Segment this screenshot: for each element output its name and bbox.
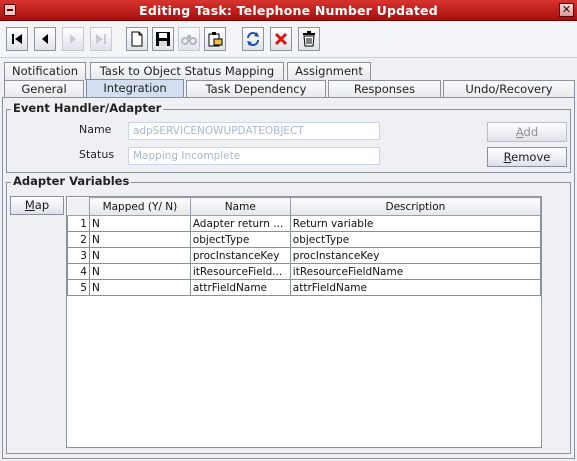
delete-x-icon — [274, 32, 288, 46]
description-cell[interactable]: procInstanceKey — [289, 247, 542, 264]
description-cell[interactable]: objectType — [289, 231, 542, 248]
table-row[interactable]: 4 N itResourceField... itResourceFieldNa… — [67, 263, 542, 280]
last-record-icon — [96, 34, 106, 44]
name-label: Name — [79, 123, 112, 136]
delete-button[interactable] — [270, 27, 292, 51]
adapter-variables-table: Mapped (Y/ N) Name Description 1 N Adapt… — [66, 196, 542, 448]
event-handler-legend: Event Handler/Adapter — [11, 101, 164, 115]
last-record-button[interactable] — [90, 27, 112, 51]
status-label: Status — [79, 148, 115, 161]
row-number: 4 — [67, 263, 90, 280]
row-number: 2 — [67, 231, 90, 248]
save-button[interactable] — [152, 27, 174, 51]
trash-button[interactable] — [298, 27, 320, 51]
refresh-icon — [247, 32, 259, 46]
description-cell[interactable]: Return variable — [289, 215, 542, 232]
row-number: 1 — [67, 215, 90, 232]
table-row[interactable]: 5 N attrFieldName attrFieldName — [67, 279, 542, 296]
description-cell[interactable]: attrFieldName — [289, 279, 542, 296]
previous-record-icon — [42, 34, 48, 44]
tab-task-to-object-status-mapping[interactable]: Task to Object Status Mapping — [90, 62, 284, 80]
tab-general[interactable]: General — [4, 80, 84, 98]
column-header-description[interactable]: Description — [289, 197, 542, 216]
name-cell[interactable]: procInstanceKey — [189, 247, 291, 264]
clipboard-icon — [208, 32, 223, 47]
row-number: 3 — [67, 247, 90, 264]
adapter-variables-legend: Adapter Variables — [11, 174, 132, 188]
tab-undo-recovery[interactable]: Undo/Recovery — [443, 80, 575, 98]
row-number-header — [67, 197, 90, 216]
name-cell[interactable]: attrFieldName — [189, 279, 291, 296]
window-title: Editing Task: Telephone Number Updated — [139, 3, 438, 18]
first-record-icon — [12, 34, 22, 44]
mapped-cell[interactable]: N — [88, 215, 191, 232]
column-header-name[interactable]: Name — [189, 197, 291, 216]
toolbar — [0, 22, 577, 58]
table-row[interactable]: 2 N objectType objectType — [67, 231, 542, 248]
previous-record-button[interactable] — [34, 27, 56, 51]
next-record-icon — [70, 34, 76, 44]
table-row[interactable]: 1 N Adapter return ... Return variable — [67, 215, 542, 232]
title-bar: Editing Task: Telephone Number Updated ✕ — [0, 0, 577, 21]
adapter-status-field[interactable]: Mapping Incomplete — [128, 147, 380, 165]
tab-notification[interactable]: Notification — [4, 62, 86, 80]
name-cell[interactable]: Adapter return ... — [189, 215, 291, 232]
trash-icon — [303, 31, 315, 47]
mapped-cell[interactable]: N — [88, 247, 191, 264]
column-header-mapped[interactable]: Mapped (Y/ N) — [88, 197, 191, 216]
variables-grid: Mapped (Y/ N) Name Description 1 N Adapt… — [67, 197, 542, 296]
next-record-button[interactable] — [62, 27, 84, 51]
mapped-cell[interactable]: N — [88, 279, 191, 296]
description-cell[interactable]: itResourceFieldName — [289, 263, 542, 280]
save-icon — [156, 32, 170, 46]
new-document-icon — [131, 31, 143, 47]
remove-button[interactable]: Remove — [487, 147, 567, 167]
mapped-cell[interactable]: N — [88, 263, 191, 280]
close-icon[interactable]: ✕ — [559, 3, 574, 17]
tab-strip: Notification Task to Object Status Mappi… — [0, 60, 577, 100]
tab-task-dependency[interactable]: Task Dependency — [186, 80, 326, 98]
new-button[interactable] — [126, 27, 148, 51]
adapter-name-field[interactable]: adpSERVICENOWUPDATEOBJECT — [128, 122, 380, 140]
table-header-row: Mapped (Y/ N) Name Description — [67, 197, 542, 216]
search-button[interactable] — [178, 27, 200, 51]
row-number: 5 — [67, 279, 90, 296]
tab-responses[interactable]: Responses — [328, 80, 441, 98]
mapped-cell[interactable]: N — [88, 231, 191, 248]
table-row[interactable]: 3 N procInstanceKey procInstanceKey — [67, 247, 542, 264]
binoculars-search-icon — [181, 35, 197, 45]
refresh-button[interactable] — [242, 27, 264, 51]
tab-assignment[interactable]: Assignment — [287, 62, 371, 80]
map-button[interactable]: Map — [10, 196, 64, 215]
name-cell[interactable]: itResourceField... — [189, 263, 291, 280]
first-record-button[interactable] — [6, 27, 28, 51]
tab-integration[interactable]: Integration — [86, 79, 184, 98]
clipboard-button[interactable] — [204, 27, 226, 51]
add-button[interactable]: Add — [487, 122, 567, 142]
name-cell[interactable]: objectType — [189, 231, 291, 248]
